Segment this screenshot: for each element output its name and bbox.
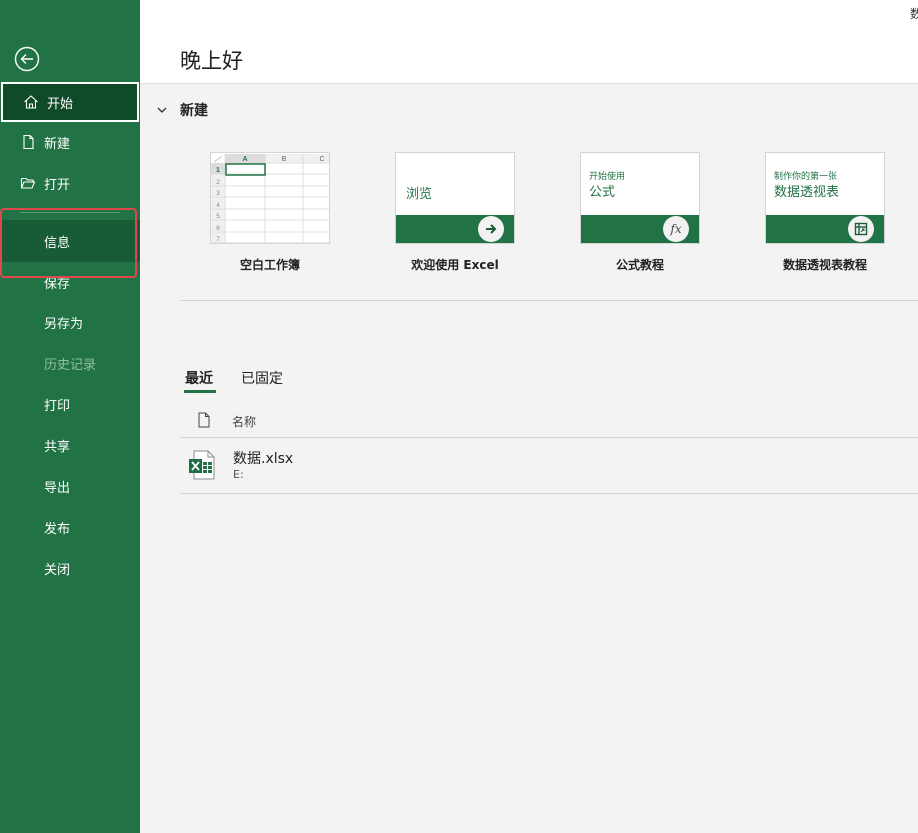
sidebar-item-share[interactable]: 共享: [0, 425, 140, 465]
thumbnail-badge: [848, 216, 874, 242]
file-list-header: 名称: [180, 404, 918, 438]
file-path: E:: [233, 468, 244, 481]
chevron-down-icon: [157, 107, 167, 113]
grid-row-header: 3: [216, 190, 220, 197]
sidebar-item-label: 新建: [44, 136, 71, 152]
sidebar-item-save-as[interactable]: 另存为: [0, 302, 140, 342]
template-thumbnail: 浏览: [395, 152, 515, 244]
backstage-main: 晚上好 数 新建 A B C 1 2 3 4 5 6 7 空白工作簿 浏览 欢迎…: [140, 0, 918, 833]
sidebar-item-home[interactable]: 开始: [1, 82, 139, 122]
sidebar-item-label: 打开: [44, 177, 71, 193]
back-arrow-icon[interactable]: [14, 46, 40, 72]
excel-file-icon: [189, 450, 215, 480]
sidebar-item-print[interactable]: 打印: [0, 384, 140, 424]
sidebar-item-publish[interactable]: 发布: [0, 507, 140, 547]
column-name: 名称: [232, 415, 257, 429]
thumbnail-badge: fx: [663, 216, 689, 242]
document-icon: [198, 412, 210, 428]
file-name: 数据.xlsx: [233, 451, 294, 467]
template-thumbnail: A B C 1 2 3 4 5 6 7: [210, 152, 330, 244]
thumbnail-badge: [478, 216, 504, 242]
table-row[interactable]: 数据.xlsx E:: [180, 438, 918, 494]
arrow-right-icon: [486, 224, 497, 234]
grid-col-header: C: [319, 156, 324, 163]
greeting-bar: 晚上好 数: [140, 0, 918, 84]
sidebar-item-label: 开始: [47, 96, 74, 112]
template-caption: 公式教程: [615, 258, 664, 272]
sidebar-item-label: 关闭: [44, 562, 71, 578]
tab-recent-underline: [184, 390, 216, 393]
sidebar-item-label: 发布: [44, 521, 71, 537]
blank-grid-thumbnail: A B C 1 2 3 4 5 6 7: [211, 153, 329, 243]
sidebar-item-label: 历史记录: [44, 357, 97, 373]
section-divider: [180, 300, 918, 301]
template-pivot-tutorial[interactable]: 制作你的第一张 数据透视表 数据透视表教程: [765, 152, 885, 272]
grid-col-header: B: [282, 156, 287, 163]
home-icon: [24, 95, 38, 109]
grid-row-header: 2: [216, 179, 220, 186]
sidebar-item-label: 共享: [44, 439, 71, 455]
template-caption: 欢迎使用 Excel: [411, 258, 499, 272]
grid-row-header: 5: [216, 213, 220, 220]
thumbnail-text: 浏览: [406, 187, 433, 202]
folder-open-icon: [20, 177, 36, 189]
pivot-table-icon: [854, 222, 868, 236]
sidebar-item-new[interactable]: 新建: [0, 122, 140, 162]
sidebar-item-close[interactable]: 关闭: [0, 548, 140, 588]
grid-row-header: 6: [216, 225, 220, 232]
tab-pinned[interactable]: 已固定: [241, 368, 283, 388]
template-caption: 空白工作簿: [239, 258, 300, 272]
thumbnail-title: 数据透视表: [774, 185, 840, 200]
backstage-sidebar: 开始 新建 打开 信息 保存 另存为 历史记录 打印 共享 导出 发布 关闭: [0, 0, 140, 833]
tab-recent[interactable]: 最近: [185, 368, 213, 388]
new-section-header[interactable]: 新建: [156, 100, 208, 120]
grid-row-header: 7: [216, 236, 220, 243]
sidebar-item-label: 另存为: [44, 316, 84, 332]
new-document-icon: [23, 134, 34, 150]
grid-row-header: 1: [216, 167, 220, 174]
sidebar-item-export[interactable]: 导出: [0, 466, 140, 506]
template-blank-workbook[interactable]: A B C 1 2 3 4 5 6 7 空白工作簿: [210, 152, 330, 272]
page-title: 晚上好: [180, 49, 243, 73]
sidebar-item-history: 历史记录: [0, 343, 140, 383]
template-thumbnail: 制作你的第一张 数据透视表: [765, 152, 885, 244]
template-welcome-excel[interactable]: 浏览 欢迎使用 Excel: [395, 152, 515, 272]
sidebar-item-open[interactable]: 打开: [0, 163, 140, 203]
template-caption: 数据透视表教程: [782, 258, 867, 272]
sidebar-item-label: 导出: [44, 480, 71, 496]
thumbnail-title: 公式: [589, 185, 616, 200]
corner-text: 数: [909, 7, 918, 21]
grid-row-header: 4: [216, 202, 220, 209]
template-formulas-tutorial[interactable]: 开始使用 公式 fx 公式教程: [580, 152, 700, 272]
sidebar-item-label: 打印: [44, 398, 71, 414]
grid-col-header: A: [242, 156, 247, 163]
new-section-title: 新建: [180, 103, 208, 119]
function-icon: fx: [670, 222, 682, 236]
template-thumbnail: 开始使用 公式 fx: [580, 152, 700, 244]
info-highlight-box: [0, 208, 137, 278]
